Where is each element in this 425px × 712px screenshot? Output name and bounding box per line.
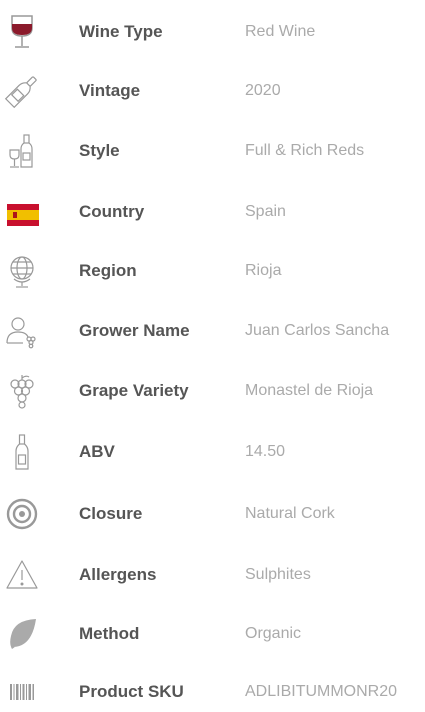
grapes-icon [4, 373, 40, 409]
spec-row-grape-variety: Grape Variety Monastel de Rioja [0, 371, 425, 411]
spec-label: Wine Type [79, 22, 163, 41]
spec-label: ABV [79, 442, 115, 461]
spec-row-wine-type: Wine Type Red Wine [0, 12, 425, 52]
spec-label: Vintage [79, 81, 141, 100]
spec-row-method: Method Organic [0, 614, 425, 654]
spec-label: Grape Variety [79, 381, 189, 400]
abv-bottle-icon [4, 434, 40, 470]
spec-label: Allergens [79, 565, 157, 584]
spec-row-vintage: Vintage 2020 [0, 71, 425, 111]
spec-label: Grower Name [79, 321, 190, 340]
spec-value: Red Wine [245, 23, 316, 40]
spec-value: 14.50 [245, 443, 286, 460]
spec-value: 2020 [245, 82, 281, 99]
spec-label: Style [79, 141, 120, 160]
spec-value: Sulphites [245, 566, 311, 583]
leaf-icon [4, 616, 40, 652]
spec-value: Spain [245, 203, 286, 220]
spec-value: Monastel de Rioja [245, 382, 374, 399]
spec-row-style: Style Full & Rich Reds [0, 131, 425, 171]
spec-label: Closure [79, 504, 143, 523]
spec-value: ADLIBITUMMONR20 [245, 683, 398, 700]
wine-specs-list: Wine Type Red Wine Vintage 2020 Style Fu… [0, 0, 425, 704]
spec-row-region: Region Rioja [0, 251, 425, 291]
spec-label: Region [79, 261, 137, 280]
spec-value: Organic [245, 625, 302, 642]
spec-value: Natural Cork [245, 505, 335, 522]
spec-value: Juan Carlos Sancha [245, 322, 390, 339]
barcode-icon [4, 674, 40, 710]
spain-flag-icon [4, 194, 40, 230]
spec-row-abv: ABV 14.50 [0, 432, 425, 472]
warning-icon [4, 557, 40, 593]
spec-label: Product SKU [79, 682, 184, 701]
spec-value: Full & Rich Reds [245, 142, 365, 159]
cork-target-icon [4, 496, 40, 532]
spec-row-closure: Closure Natural Cork [0, 494, 425, 534]
bottle-icon [4, 73, 40, 109]
globe-icon [4, 253, 40, 289]
spec-label: Method [79, 624, 140, 643]
spec-row-grower-name: Grower Name Juan Carlos Sancha [0, 311, 425, 351]
spec-row-country: Country Spain [0, 192, 425, 232]
wine-glass-icon [4, 14, 40, 50]
bottle-and-glass-icon [4, 133, 40, 169]
grower-icon [4, 313, 40, 349]
spec-value: Rioja [245, 262, 282, 279]
spec-label: Country [79, 202, 145, 221]
spec-row-allergens: Allergens Sulphites [0, 555, 425, 595]
spec-row-product-sku: Product SKU ADLIBITUMMONR20 [0, 672, 425, 712]
